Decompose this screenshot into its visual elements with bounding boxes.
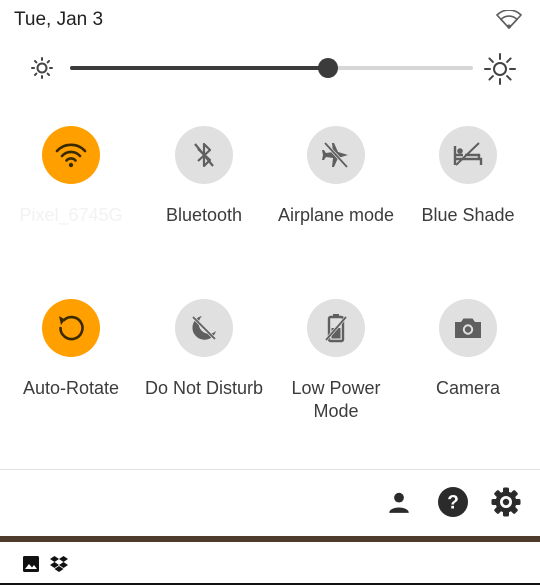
dropbox-icon[interactable] (49, 554, 69, 574)
battery-saver-off-icon (307, 299, 365, 357)
notification-bar (0, 542, 540, 585)
tile-auto-rotate[interactable]: Auto-Rotate (4, 299, 138, 400)
auto-rotate-icon (42, 299, 100, 357)
brightness-row (0, 48, 540, 88)
tile-bluetooth[interactable]: Bluetooth (137, 126, 271, 227)
footer-divider (0, 469, 540, 470)
airplane-off-icon (307, 126, 365, 184)
brightness-low-icon (30, 56, 54, 80)
camera-icon (439, 299, 497, 357)
tile-do-not-disturb[interactable]: Do Not Disturb (137, 299, 271, 400)
settings-gear-icon[interactable] (490, 486, 522, 518)
brightness-slider-fill (70, 66, 328, 70)
svg-text:?: ? (447, 493, 459, 514)
tile-label: Pixel_6745G (19, 205, 123, 225)
user-icon[interactable] (383, 486, 415, 518)
tile-label: Airplane mode (277, 205, 395, 225)
image-icon[interactable] (21, 554, 41, 574)
brightness-slider-thumb[interactable] (317, 58, 338, 78)
status-date: Tue, Jan 3 (14, 9, 104, 30)
tile-label: Do Not Disturb (144, 378, 264, 398)
bluetooth-off-icon (175, 126, 233, 184)
tile-label: Blue Shade (421, 205, 515, 225)
wifi-icon (42, 126, 100, 184)
tile-low-power-mode[interactable]: Low Power Mode (269, 299, 403, 423)
night-light-off-icon (439, 126, 497, 184)
tile-blue-shade[interactable]: Blue Shade (401, 126, 535, 227)
brightness-slider[interactable] (70, 58, 473, 78)
tile-label: Camera (435, 378, 501, 398)
tile-label: Auto-Rotate (22, 378, 120, 398)
quick-settings-panel: Tue, Jan 3 Pixel_6745G Bluetooth Airplan… (0, 0, 540, 536)
tile-label: Bluetooth (165, 205, 243, 225)
tile-airplane-mode[interactable]: Airplane mode (269, 126, 403, 227)
tile-camera[interactable]: Camera (401, 299, 535, 400)
tile-wifi[interactable]: Pixel_6745G (4, 126, 138, 227)
do-not-disturb-off-icon (175, 299, 233, 357)
brightness-high-icon (484, 53, 516, 85)
help-icon[interactable]: ? (437, 486, 469, 518)
tile-label: Low Power Mode (291, 378, 381, 421)
wifi-signal-icon (495, 9, 523, 30)
